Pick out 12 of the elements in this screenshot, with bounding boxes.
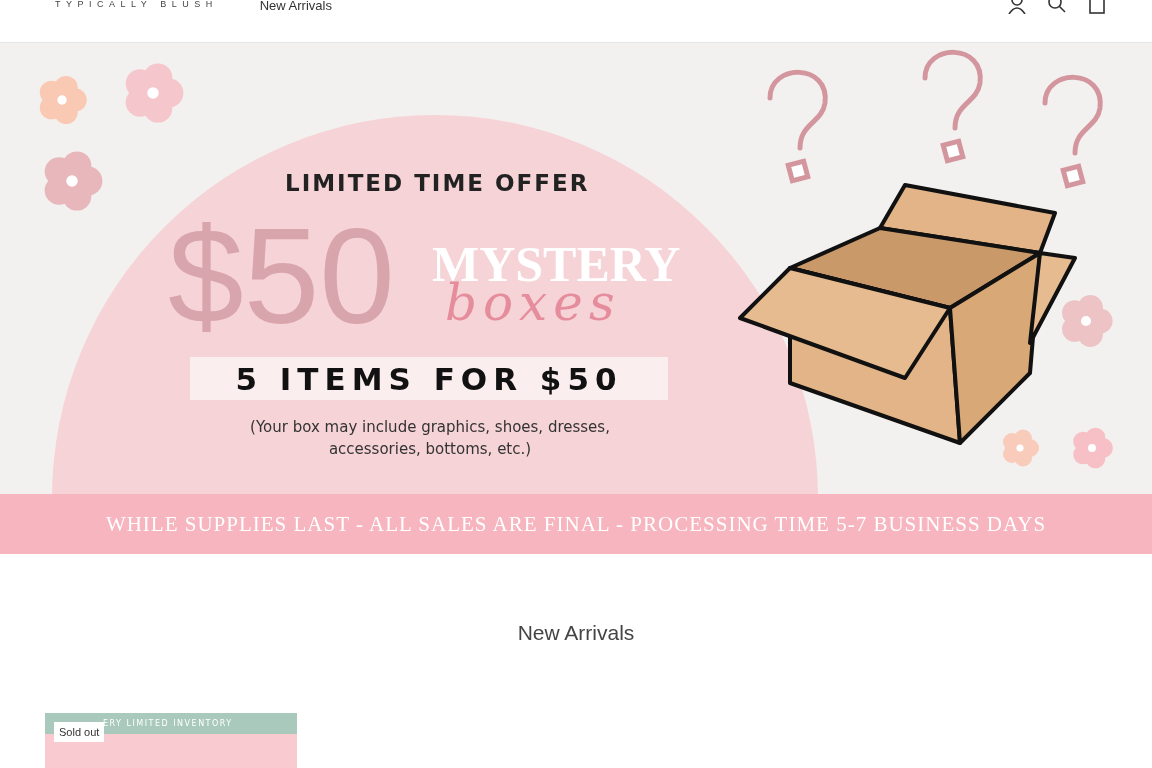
sold-out-badge: Sold out [54, 722, 105, 742]
search-icon[interactable] [1047, 0, 1067, 14]
banner-headline: LIMITED TIME OFFER [285, 170, 590, 196]
banner-ribbon: WHILE SUPPLIES LAST - ALL SALES ARE FINAL - PROCESSING TIME 5-7 BUSINESS DAYS [0, 494, 1152, 554]
section-title: New Arrivals [516, 621, 636, 645]
nav-link[interactable]: New Arrivals [259, 0, 332, 13]
product-image[interactable]: ERY LIMITED INVENTORY Sold out [45, 713, 297, 768]
banner-note: (Your box may include graphics, shoes, dresses, accessories, bottoms, etc.) [249, 417, 611, 460]
offer-strip: 5 ITEMS FOR $50 [190, 357, 668, 400]
logo[interactable]: TYPICALLY BLUSH [55, 0, 218, 9]
shopping-bag-icon[interactable] [1087, 0, 1107, 14]
account-icon[interactable] [1007, 0, 1027, 14]
